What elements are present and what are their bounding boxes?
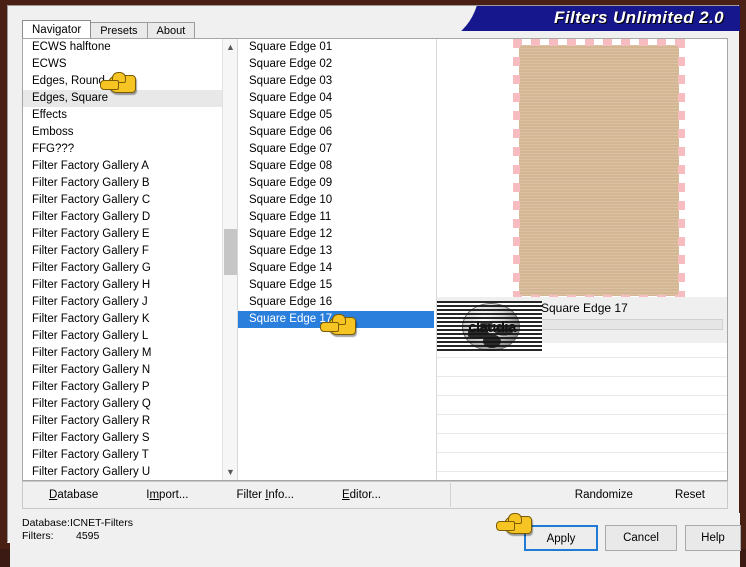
list-item[interactable]: Square Edge 10 [238,192,434,209]
toolbar-separator [450,483,451,507]
list-item[interactable]: Filter Factory Gallery B [23,175,222,192]
title-banner-swoop [441,6,479,31]
list-item[interactable]: Filter Factory Gallery E [23,226,222,243]
list-item[interactable]: Square Edge 13 [238,243,434,260]
status-filters-key: Filters: [22,530,54,542]
randomize-button[interactable]: Randomize [571,489,637,501]
parameter-separator [437,414,727,415]
help-button[interactable]: Help [685,525,741,551]
list-item[interactable]: Filter Factory Gallery T [23,447,222,464]
list-item[interactable]: Edges, Round [23,73,222,90]
list-item[interactable]: Effects [23,107,222,124]
reset-button[interactable]: Reset [671,489,709,501]
list-item[interactable]: Square Edge 03 [238,73,434,90]
scroll-up-icon[interactable]: ▲ [223,39,238,55]
status-text: Database: ICNET-Filters Filters: 4595 [22,517,133,543]
list-item[interactable]: Filter Factory Gallery M [23,345,222,362]
category-list[interactable]: ECWS halftone ECWS Edges, Round Edges, S… [23,39,222,480]
category-list-scrollbar[interactable]: ▲ ▼ [222,39,238,480]
list-item[interactable]: ECWS [23,56,222,73]
command-toolbar: Database Import... Filter Info... Editor… [22,481,728,509]
list-item[interactable]: Filter Factory Gallery L [23,328,222,345]
list-item[interactable]: Filter Factory Gallery F [23,243,222,260]
list-item[interactable]: Filter Factory Gallery C [23,192,222,209]
list-item[interactable]: Filter Factory Gallery J [23,294,222,311]
application-window: Filters Unlimited 2.0 Navigator Presets … [0,0,746,567]
list-item[interactable]: Filter Factory Gallery D [23,209,222,226]
status-database-value: ICNET-Filters [70,517,133,529]
list-item[interactable]: Filter Factory Gallery S [23,430,222,447]
list-item-selected-square-edge-17[interactable]: Square Edge 17 [238,311,434,328]
watermark-stripes [437,301,542,353]
list-item[interactable]: Filter Factory Gallery Q [23,396,222,413]
list-item[interactable]: Filter Factory Gallery R [23,413,222,430]
list-item[interactable]: FFG??? [23,141,222,158]
filter-info-button[interactable]: Filter Info... [232,489,298,501]
preview-pane: Square Edge 17 claudia [437,39,727,480]
status-filters-value: 4595 [76,530,100,542]
apply-button[interactable]: Apply [524,525,598,551]
import-button[interactable]: Import... [142,489,192,501]
tab-presets[interactable]: Presets [90,22,148,38]
list-item[interactable]: Filter Factory Gallery U [23,464,222,480]
parameter-separator [437,452,727,453]
list-item[interactable]: Square Edge 05 [238,107,434,124]
list-item-selected-edges-square[interactable]: Edges, Square [23,90,222,107]
preview-image [513,39,685,302]
preview-stamp-edge [513,39,685,302]
status-database-key: Database: [22,517,70,529]
scroll-down-icon[interactable]: ▼ [223,464,238,480]
list-item[interactable]: Square Edge 06 [238,124,434,141]
list-item[interactable]: Square Edge 15 [238,277,434,294]
list-item[interactable]: Filter Factory Gallery G [23,260,222,277]
preview-filter-name: Square Edge 17 [541,301,628,315]
cancel-button[interactable]: Cancel [605,525,677,551]
list-item[interactable]: Square Edge 02 [238,56,434,73]
status-bar: Database: ICNET-Filters Filters: 4595 Ap… [10,513,741,567]
list-item[interactable]: Square Edge 07 [238,141,434,158]
tab-navigator[interactable]: Navigator [22,20,92,38]
parameter-separator [437,433,727,434]
tab-about[interactable]: About [146,22,196,38]
window-title: Filters Unlimited 2.0 [554,8,724,27]
parameter-separator [437,471,727,472]
list-item[interactable]: Emboss [23,124,222,141]
list-item[interactable]: Filter Factory Gallery N [23,362,222,379]
list-item[interactable]: Square Edge 11 [238,209,434,226]
list-item[interactable]: Filter Factory Gallery H [23,277,222,294]
list-item[interactable]: Filter Factory Gallery A [23,158,222,175]
list-item[interactable]: Square Edge 09 [238,175,434,192]
list-item[interactable]: Filter Factory Gallery P [23,379,222,396]
parameter-separator [437,395,727,396]
client-area: Navigator Presets About ECWS halftone EC… [9,20,741,567]
list-item[interactable]: Square Edge 14 [238,260,434,277]
list-item[interactable]: Square Edge 04 [238,90,434,107]
tab-strip: Navigator Presets About [22,20,196,38]
scrollbar-thumb[interactable] [224,229,237,275]
list-item[interactable]: Square Edge 08 [238,158,434,175]
list-item[interactable]: Filter Factory Gallery K [23,311,222,328]
editor-button[interactable]: Editor... [338,489,385,501]
list-item[interactable]: Square Edge 12 [238,226,434,243]
window-inner-frame: Filters Unlimited 2.0 Navigator Presets … [7,5,741,567]
navigator-panel: ECWS halftone ECWS Edges, Round Edges, S… [22,38,728,481]
list-item[interactable]: Square Edge 16 [238,294,434,311]
parameter-separator [437,376,727,377]
filter-list[interactable]: Square Edge 01 Square Edge 02 Square Edg… [238,39,434,480]
list-item[interactable]: ECWS halftone [23,39,222,56]
claudia-watermark: claudia [437,301,542,353]
database-button[interactable]: Database [45,489,102,501]
parameter-separator [437,357,727,358]
list-item[interactable]: Square Edge 01 [238,39,434,56]
